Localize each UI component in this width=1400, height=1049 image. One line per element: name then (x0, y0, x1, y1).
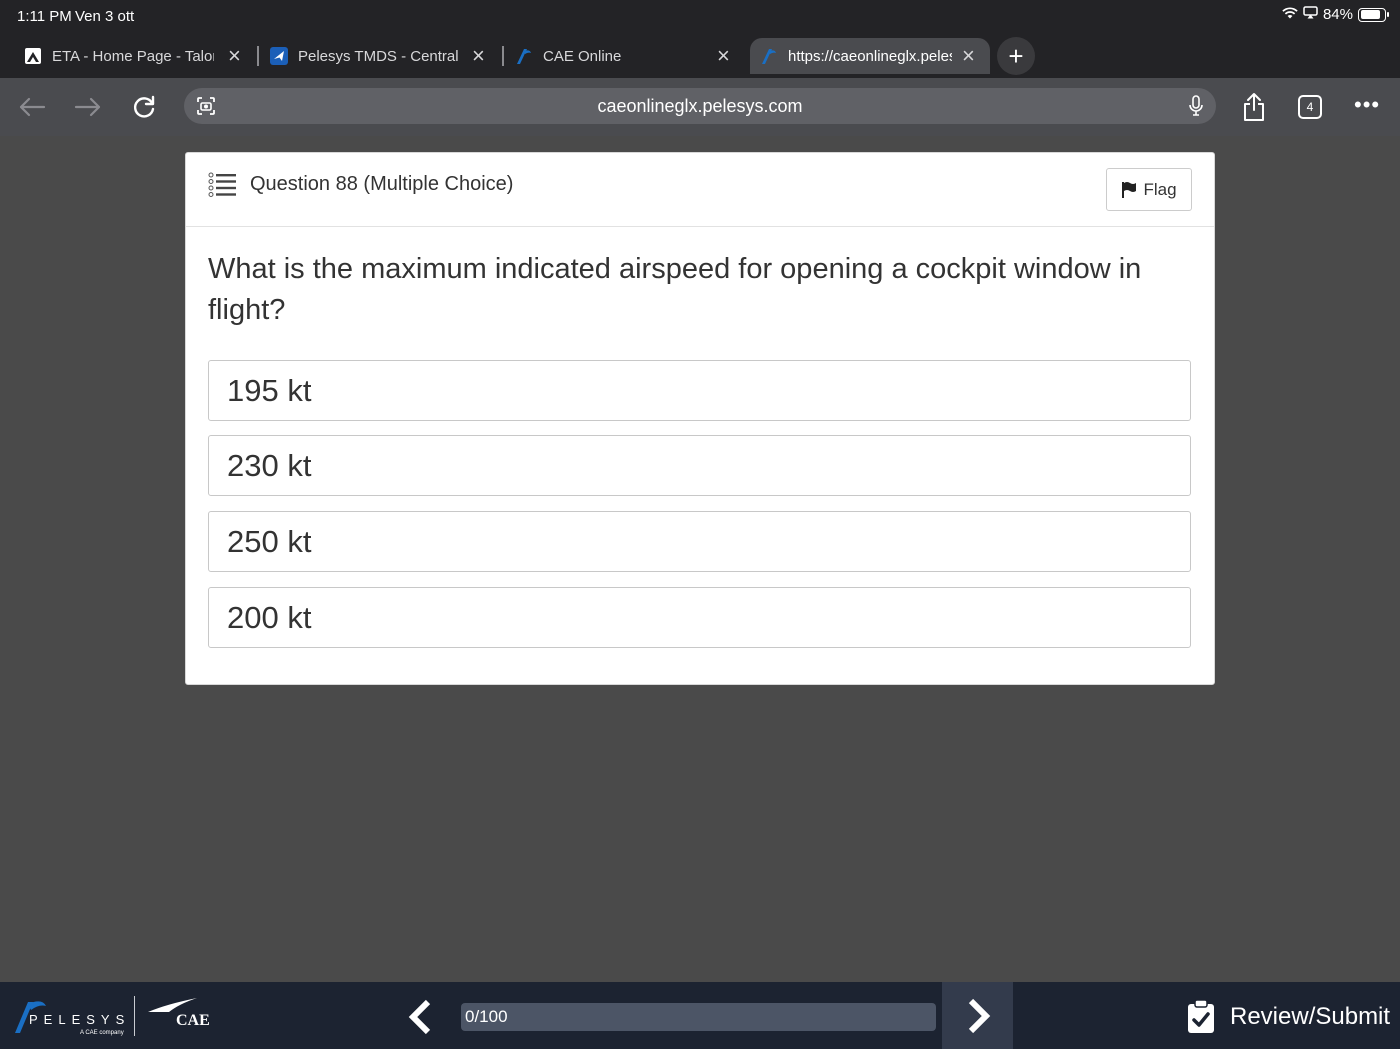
cae-wordmark: CAE (176, 1012, 210, 1029)
share-icon (1244, 93, 1264, 121)
progress-bar: 0/100 (461, 1003, 936, 1031)
question-text: What is the maximum indicated airspeed f… (208, 253, 1142, 326)
microphone-icon[interactable] (1188, 95, 1204, 122)
battery-icon (1358, 7, 1389, 22)
home-app-icon (24, 47, 42, 65)
wifi-icon (1282, 6, 1298, 23)
tab-label: Pelesys TMDS - Central (298, 47, 458, 65)
tab-label: CAE Online (543, 47, 622, 65)
pelesys-subtitle: A CAE company (80, 1030, 124, 1036)
url-text[interactable]: caeonlineglx.pelesys.com (597, 96, 802, 117)
previous-question-button[interactable] (400, 998, 440, 1036)
arrow-right-icon (74, 97, 101, 117)
address-bar[interactable]: caeonlineglx.pelesys.com (184, 88, 1216, 124)
pelesys-favicon (760, 47, 778, 65)
pelesys-logo: PELESYS A CAE company (14, 998, 124, 1038)
tab-label: https://caeonlineglx.pelesys.com (788, 47, 952, 65)
forward-button[interactable] (71, 90, 105, 124)
status-indicators: 84% (1282, 6, 1389, 23)
more-menu-icon[interactable]: ••• (1354, 92, 1380, 118)
tab-label: ETA - Home Page - Talon (52, 47, 214, 65)
tab-eta-home[interactable]: ETA - Home Page - Talon × (24, 38, 250, 74)
tab-separator (257, 46, 259, 66)
close-tab-icon[interactable]: × (228, 45, 241, 67)
flag-label: Flag (1143, 179, 1177, 199)
clipboard-check-icon (1188, 999, 1214, 1033)
question-card: Question 88 (Multiple Choice) Flag What … (185, 152, 1215, 685)
exam-footer: PELESYS A CAE company CAE 0/100 Review/S… (0, 982, 1400, 1049)
close-tab-icon[interactable]: × (962, 45, 975, 67)
arrow-left-icon (19, 97, 46, 117)
answer-choice[interactable]: 230 kt (208, 435, 1191, 496)
tab-separator (502, 46, 504, 66)
page-scan-icon[interactable] (196, 96, 216, 121)
flag-button[interactable]: Flag (1106, 168, 1192, 211)
back-button[interactable] (15, 90, 49, 124)
progress-label: 0/100 (465, 1007, 508, 1026)
review-submit-label: Review/Submit (1230, 1003, 1391, 1030)
status-date: Ven 3 ott (75, 8, 135, 25)
reload-icon (133, 95, 155, 118)
question-title: Question 88 (Multiple Choice) (250, 173, 514, 195)
question-header: Question 88 (Multiple Choice) Flag (186, 153, 1214, 227)
battery-percent: 84% (1322, 6, 1353, 23)
answer-choice[interactable]: 195 kt (208, 360, 1191, 421)
browser-tab-bar: ETA - Home Page - Talon × Pelesys TMDS -… (0, 34, 1400, 78)
new-tab-button[interactable]: + (997, 37, 1035, 75)
flag-icon (1122, 181, 1137, 198)
reload-button[interactable] (127, 90, 161, 124)
status-time: 1:11 PM (17, 8, 72, 25)
cae-logo: CAE (147, 994, 211, 1040)
close-tab-icon[interactable]: × (472, 45, 485, 67)
question-list-icon[interactable] (208, 172, 238, 203)
next-question-button[interactable] (942, 982, 1013, 1049)
pelesys-favicon (515, 47, 533, 65)
answer-choice[interactable]: 250 kt (208, 511, 1191, 572)
screen-mirror-icon (1303, 6, 1318, 23)
tab-cae-online[interactable]: CAE Online × (515, 38, 739, 74)
review-submit-button[interactable]: Review/Submit (1186, 997, 1390, 1037)
pelesys-wordmark: PELESYS (29, 1012, 131, 1027)
share-button[interactable] (1237, 90, 1271, 124)
tab-active-caeonlineglx[interactable]: https://caeonlineglx.pelesys.com × (750, 38, 990, 74)
tab-overview-button[interactable]: 4 (1298, 95, 1322, 119)
browser-toolbar: caeonlineglx.pelesys.com 4 ••• (0, 78, 1400, 136)
answer-choice[interactable]: 200 kt (208, 587, 1191, 648)
plane-icon (270, 47, 288, 65)
battery-fill (1360, 10, 1380, 19)
logo-divider (134, 996, 135, 1036)
tab-pelesys-tmds[interactable]: Pelesys TMDS - Central × (270, 38, 494, 74)
chevron-right-icon (968, 998, 990, 1033)
ios-status-bar: 1:11 PM Ven 3 ott 84% (0, 0, 1400, 34)
chevron-left-icon (408, 999, 431, 1035)
close-tab-icon[interactable]: × (717, 45, 730, 67)
